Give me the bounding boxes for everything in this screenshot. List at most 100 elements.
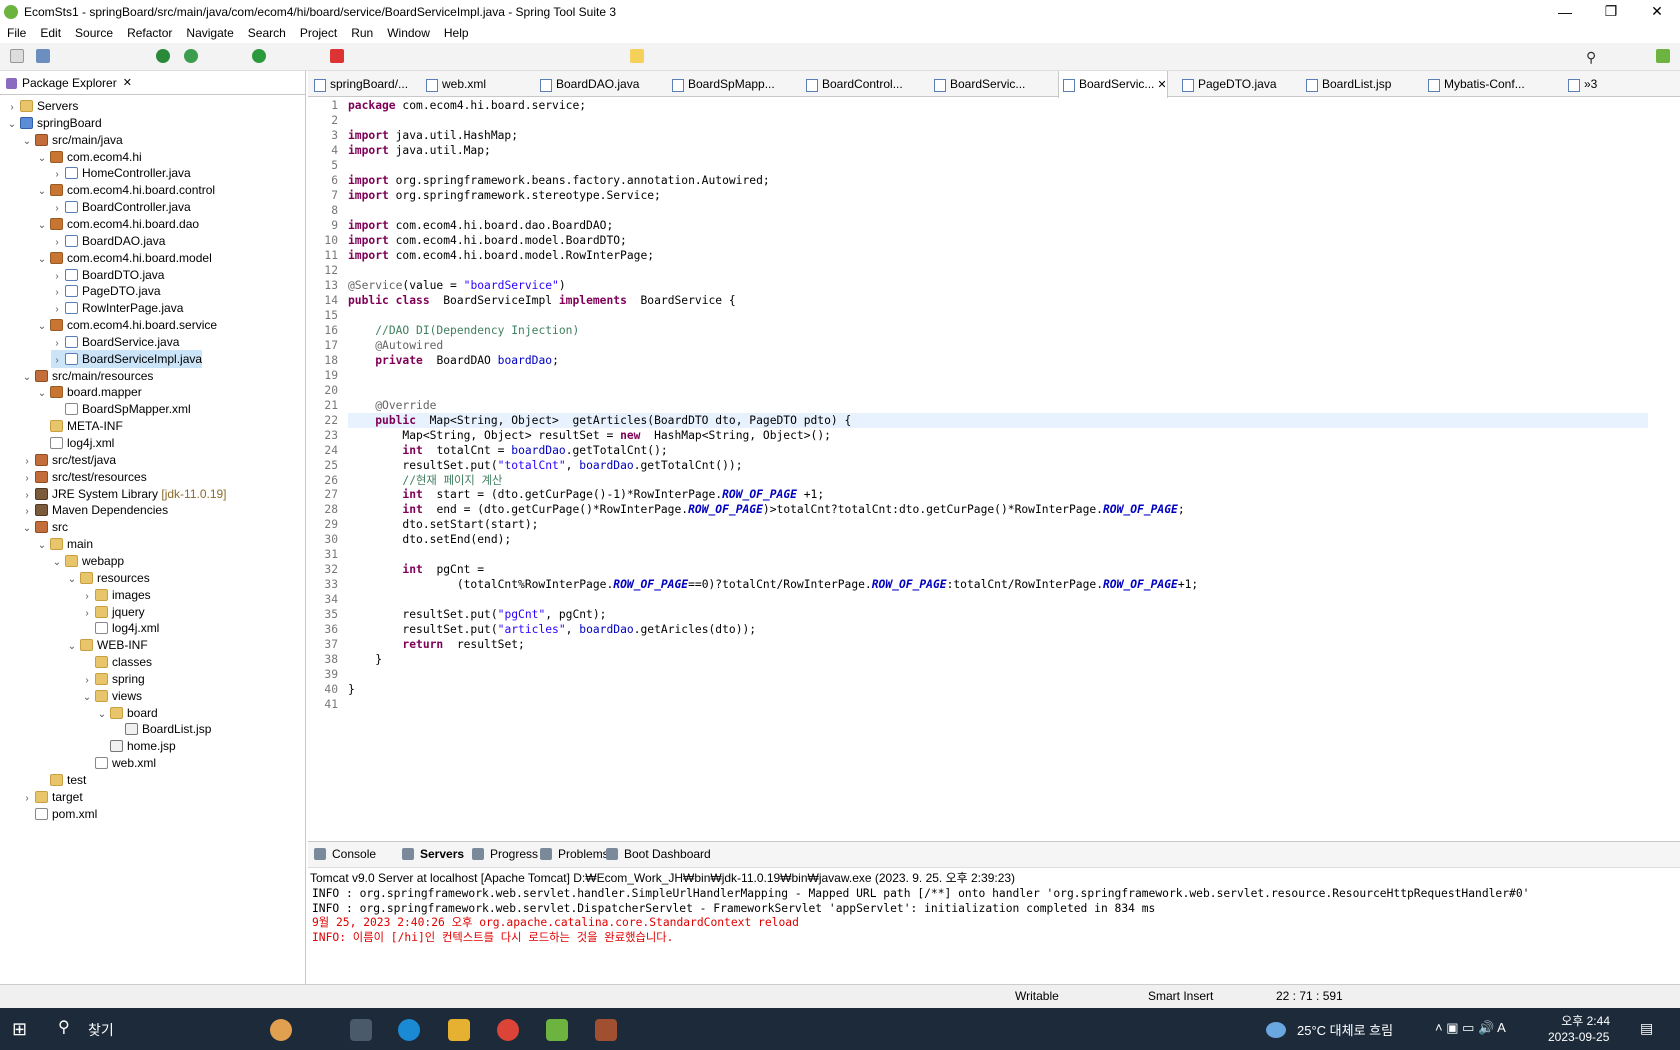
tree-item[interactable]: › BoardServiceImpl.java (51, 349, 203, 368)
code-line[interactable]: import com.ecom4.hi.board.model.RowInter… (348, 248, 654, 263)
edge-icon[interactable] (398, 1019, 420, 1041)
code-line[interactable]: //현재 페이지 계산 (348, 473, 502, 488)
tree-item[interactable]: log4j.xml (36, 434, 114, 452)
tree-item[interactable]: › Servers (6, 97, 78, 115)
windows-start-icon[interactable]: ⊞ (12, 1019, 34, 1041)
menu-navigate[interactable]: Navigate (179, 26, 240, 40)
editor-tab[interactable]: Mybatis-Conf... (1424, 71, 1525, 97)
tree-item[interactable]: ⌄ springBoard (6, 114, 102, 132)
expand-toggle-icon[interactable]: ⌄ (96, 706, 108, 724)
code-line[interactable]: public Map<String, Object> getArticles(B… (348, 412, 1648, 428)
tree-item[interactable]: › src/test/resources (21, 468, 146, 486)
editor-tab[interactable]: BoardList.jsp (1302, 71, 1391, 97)
code-line[interactable]: int start = (dto.getCurPage()-1)*RowInte… (348, 487, 824, 502)
code-line[interactable]: return resultSet; (348, 637, 524, 652)
tree-item[interactable]: ⌄ com.ecom4.hi.board.service (36, 316, 217, 334)
search-icon[interactable]: ⚲ (1586, 49, 1600, 65)
tab-problems[interactable]: Problems (540, 847, 609, 861)
tree-item[interactable]: ⌄ board.mapper (36, 383, 142, 401)
menu-help[interactable]: Help (437, 26, 476, 40)
code-line[interactable]: @Autowired (348, 338, 443, 353)
editor-tab[interactable]: BoardDAO.java (536, 71, 639, 97)
tree-item[interactable]: ⌄ com.ecom4.hi.board.model (36, 249, 212, 267)
code-line[interactable]: } (348, 652, 382, 667)
save-icon[interactable] (36, 49, 50, 63)
code-line[interactable]: @Override (348, 398, 436, 413)
expand-toggle-icon[interactable]: ⌄ (36, 318, 48, 336)
expand-toggle-icon[interactable]: ⌄ (51, 554, 63, 572)
refresh-icon[interactable] (184, 49, 198, 63)
expand-toggle-icon[interactable]: ⌄ (36, 183, 48, 201)
code-area[interactable]: 1 package com.ecom4.hi.board.service; 2 3 im… (308, 98, 1680, 818)
tree-item[interactable]: › src/test/java (21, 451, 116, 469)
tree-item[interactable]: › HomeController.java (51, 164, 190, 182)
expand-toggle-icon[interactable]: ⌄ (36, 385, 48, 403)
code-line[interactable]: import org.springframework.stereotype.Se… (348, 188, 661, 203)
mark-occurrences-icon[interactable] (630, 49, 644, 63)
code-line[interactable]: int end = (dto.getCurPage()*RowInterPage… (348, 502, 1184, 517)
tab-boot-dashboard[interactable]: Boot Dashboard (606, 847, 711, 861)
tree-item[interactable]: META-INF (36, 417, 123, 435)
debug-icon[interactable] (156, 49, 170, 63)
tree-item[interactable]: › images (81, 586, 150, 604)
menu-refactor[interactable]: Refactor (120, 26, 179, 40)
expand-toggle-icon[interactable]: ⌄ (66, 571, 78, 589)
code-line[interactable]: int pgCnt = (348, 562, 484, 577)
code-line[interactable]: import com.ecom4.hi.board.model.BoardDTO… (348, 233, 627, 248)
tree-item[interactable]: log4j.xml (81, 619, 159, 637)
food-widget-icon[interactable] (270, 1019, 292, 1041)
tree-item[interactable]: BoardList.jsp (111, 720, 211, 738)
run-icon[interactable] (252, 49, 266, 63)
tree-item[interactable]: ⌄ src/main/java (21, 131, 123, 149)
code-line[interactable]: import java.util.HashMap; (348, 128, 518, 143)
expand-toggle-icon[interactable]: ⌄ (21, 520, 33, 538)
tree-item[interactable]: ⌄ views (81, 687, 142, 705)
tree-item[interactable]: › BoardDAO.java (51, 232, 165, 250)
tree-item[interactable]: › RowInterPage.java (51, 299, 183, 317)
code-line[interactable]: dto.setStart(start); (348, 517, 538, 532)
code-line[interactable]: resultSet.put("pgCnt", pgCnt); (348, 607, 606, 622)
task-view-icon[interactable] (350, 1019, 372, 1041)
tree-item[interactable]: BoardSpMapper.xml (51, 400, 191, 418)
tree-item[interactable]: › spring (81, 670, 144, 688)
tree-item[interactable]: › jquery (81, 603, 144, 621)
editor-tab[interactable]: web.xml (422, 71, 486, 97)
tree-item[interactable]: ⌄ resources (66, 569, 150, 587)
tree-item[interactable]: ⌄ board (96, 704, 158, 722)
code-line[interactable]: Map<String, Object> resultSet = new Hash… (348, 428, 831, 443)
tree-item[interactable]: ⌄ src (21, 518, 68, 536)
tree-item[interactable]: › JRE System Library [jdk-11.0.19] (21, 485, 226, 503)
editor-tab[interactable]: BoardServic... (930, 71, 1025, 97)
editor-tab[interactable]: BoardServic... ✕ (1058, 71, 1168, 98)
expand-toggle-icon[interactable]: ⌄ (21, 133, 33, 151)
file-explorer-icon[interactable] (448, 1019, 470, 1041)
menu-edit[interactable]: Edit (33, 26, 68, 40)
code-line[interactable]: import org.springframework.beans.factory… (348, 173, 770, 188)
spring-tool-suite-taskbar-icon[interactable] (546, 1019, 568, 1041)
code-line[interactable]: } (348, 682, 355, 697)
close-button[interactable]: ✕ (1634, 0, 1680, 23)
notification-icon[interactable]: ▤ (1640, 1020, 1653, 1037)
stop-icon[interactable] (330, 49, 344, 63)
tree-item[interactable]: › BoardService.java (51, 333, 179, 351)
expand-toggle-icon[interactable]: ⌄ (66, 638, 78, 656)
tree-item[interactable]: › BoardController.java (51, 198, 190, 216)
menu-file[interactable]: File (0, 26, 33, 40)
tab-console[interactable]: Console (314, 847, 376, 861)
tree-item[interactable]: ⌄ com.ecom4.hi.board.dao (36, 215, 199, 233)
package-explorer-tab[interactable]: Package Explorer ✕ (0, 71, 305, 95)
tab-servers[interactable]: Servers (402, 847, 464, 861)
code-line[interactable]: (totalCnt%RowInterPage.ROW_OF_PAGE==0)?t… (348, 577, 1198, 592)
menu-source[interactable]: Source (68, 26, 120, 40)
code-line[interactable]: dto.setEnd(end); (348, 532, 511, 547)
tree-item[interactable]: pom.xml (21, 805, 97, 823)
editor-tab[interactable]: BoardSpMapp... (668, 71, 775, 97)
tree-item[interactable]: › BoardDTO.java (51, 266, 164, 284)
expand-toggle-icon[interactable]: ⌄ (36, 251, 48, 269)
code-line[interactable]: resultSet.put("articles", boardDao.getAr… (348, 622, 756, 637)
tree-item[interactable]: ⌄ src/main/resources (21, 367, 154, 385)
chrome-icon[interactable] (497, 1019, 519, 1041)
code-line[interactable]: import com.ecom4.hi.board.dao.BoardDAO; (348, 218, 613, 233)
editor-tab[interactable]: »3 (1564, 71, 1597, 97)
code-line[interactable]: resultSet.put("totalCnt", boardDao.getTo… (348, 458, 742, 473)
